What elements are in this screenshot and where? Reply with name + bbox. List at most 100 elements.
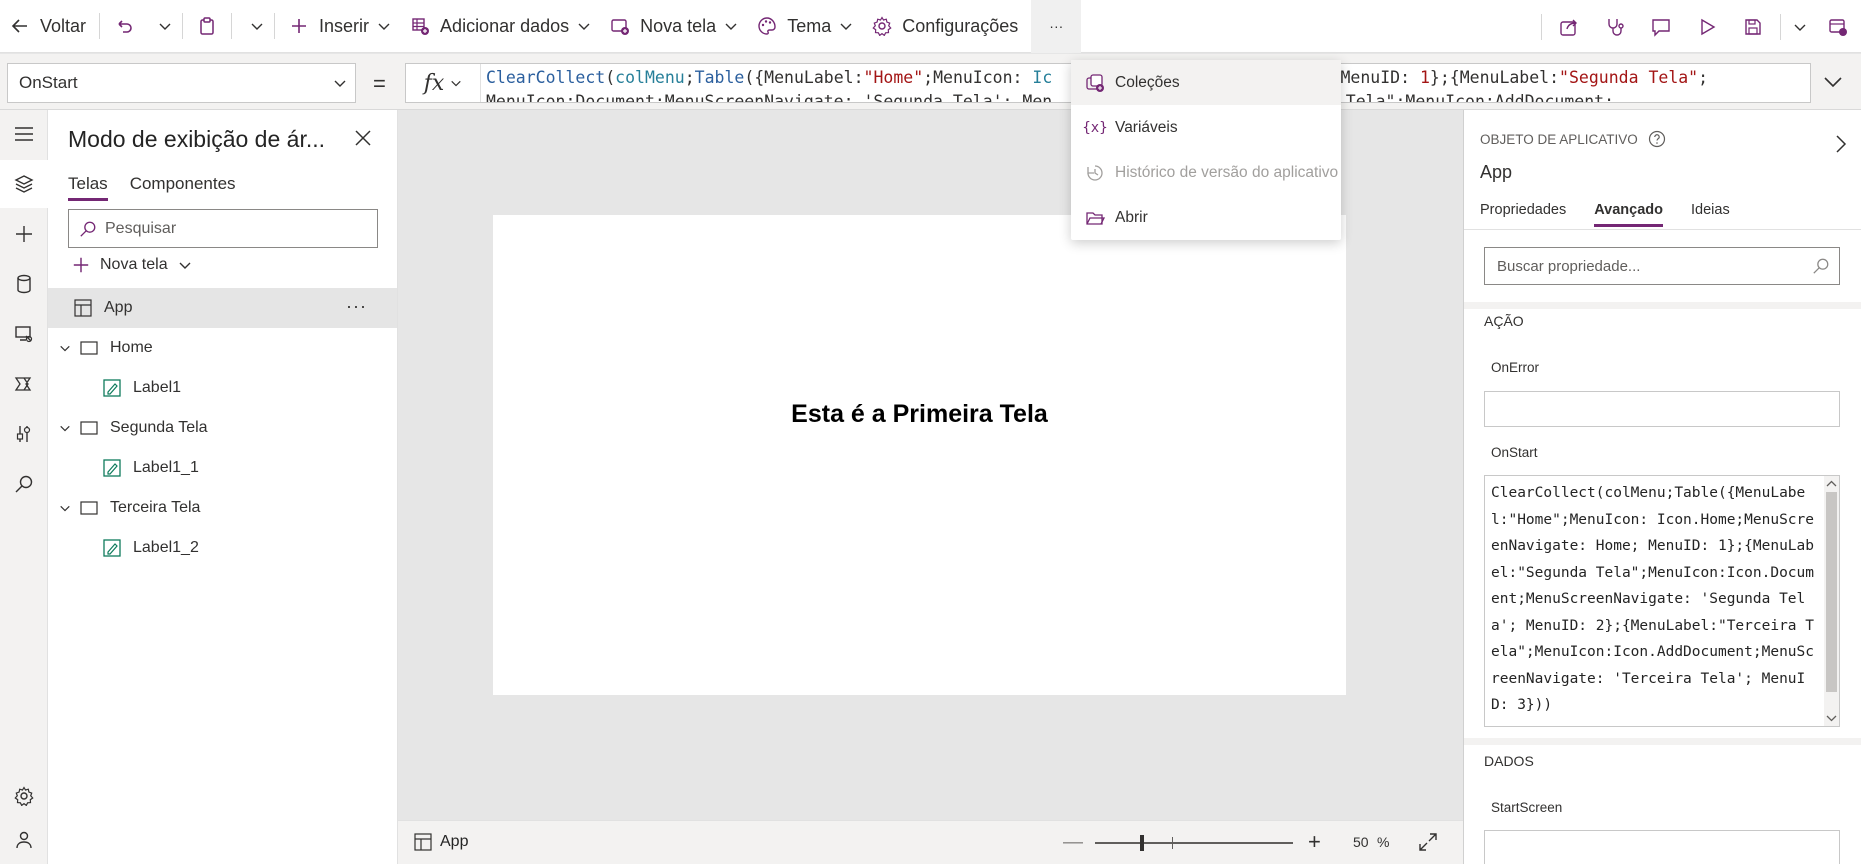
formula-token: Table bbox=[694, 68, 745, 87]
formula-token: "Home" bbox=[863, 68, 924, 87]
zoom-value[interactable]: 50 bbox=[1353, 834, 1369, 850]
scroll-up-icon[interactable] bbox=[1824, 478, 1839, 490]
collapse-properties-button[interactable] bbox=[1834, 134, 1848, 154]
onstart-scrollbar[interactable] bbox=[1824, 476, 1839, 726]
media-icon bbox=[15, 326, 33, 343]
chevron-down-icon[interactable] bbox=[56, 502, 74, 514]
gear-icon bbox=[871, 15, 893, 37]
chevron-down-icon[interactable] bbox=[56, 422, 74, 434]
tree-node-home[interactable]: Home bbox=[48, 328, 397, 368]
publish-icon bbox=[1829, 18, 1847, 36]
formula-token: ClearCollect bbox=[486, 68, 606, 87]
formula-token: ; bbox=[684, 68, 695, 87]
close-tree-button[interactable] bbox=[354, 129, 372, 147]
expand-formula-button[interactable] bbox=[1823, 74, 1843, 90]
scroll-down-icon[interactable] bbox=[1824, 712, 1839, 724]
app-more-button[interactable]: ··· bbox=[346, 296, 367, 317]
comments-button[interactable] bbox=[1638, 0, 1684, 53]
share-button[interactable] bbox=[1546, 0, 1592, 53]
formula-token: "Segunda Tela" bbox=[1559, 68, 1699, 87]
property-search-input[interactable]: Buscar propriedade... bbox=[1484, 247, 1840, 285]
tree-node-label1[interactable]: Label1 bbox=[48, 368, 397, 408]
toolbar-divider bbox=[99, 13, 101, 39]
tree-node-label: Label1_2 bbox=[133, 539, 199, 556]
toolbar-divider bbox=[1541, 13, 1542, 40]
save-button[interactable] bbox=[1730, 0, 1776, 53]
fit-to-window-button[interactable] bbox=[1418, 832, 1438, 852]
undo-icon bbox=[113, 15, 135, 37]
tree-node-terceira-tela[interactable]: Terceira Tela bbox=[48, 488, 397, 528]
undo-dropdown-button[interactable] bbox=[144, 0, 178, 53]
virtual-agent-rail-button[interactable] bbox=[0, 816, 48, 864]
label-control-icon bbox=[103, 379, 121, 397]
menu-item-variables[interactable]: {x} Variáveis bbox=[1071, 105, 1341, 150]
tab-ideas[interactable]: Ideias bbox=[1691, 202, 1730, 227]
undo-button[interactable] bbox=[104, 0, 144, 53]
zoom-slider-thumb[interactable] bbox=[1140, 835, 1144, 851]
tree-node-segunda-tela[interactable]: Segunda Tela bbox=[48, 408, 397, 448]
tab-components[interactable]: Componentes bbox=[130, 174, 236, 201]
left-rail bbox=[0, 110, 48, 864]
zoom-in-button[interactable]: + bbox=[1308, 829, 1321, 855]
selected-object-indicator[interactable]: App bbox=[414, 833, 468, 851]
onstart-input[interactable]: ClearCollect(colMenu;Table({MenuLabel:"H… bbox=[1484, 475, 1840, 727]
insert-rail-button[interactable] bbox=[0, 210, 48, 258]
settings-rail-button[interactable] bbox=[0, 772, 48, 820]
screen-label-text[interactable]: Esta é a Primeira Tela bbox=[493, 400, 1346, 429]
preview-button[interactable] bbox=[1684, 0, 1730, 53]
tab-screens[interactable]: Telas bbox=[68, 174, 108, 201]
startscreen-label: StartScreen bbox=[1491, 800, 1563, 815]
advanced-tools-rail-button[interactable] bbox=[0, 410, 48, 458]
tree-node-label: Label1_1 bbox=[133, 459, 199, 476]
settings-button[interactable]: Configurações bbox=[862, 0, 1027, 53]
menu-item-open[interactable]: Abrir bbox=[1071, 195, 1341, 240]
new-screen-button[interactable]: Nova tela bbox=[600, 0, 747, 53]
chevron-down-icon[interactable] bbox=[56, 342, 74, 354]
onerror-label: OnError bbox=[1491, 360, 1540, 375]
plus-icon bbox=[288, 15, 310, 37]
app-icon bbox=[74, 299, 92, 317]
close-icon bbox=[355, 130, 371, 146]
menu-item-collections[interactable]: Coleções bbox=[1071, 60, 1341, 105]
power-automate-rail-button[interactable] bbox=[0, 360, 48, 408]
add-data-button[interactable]: Adicionar dados bbox=[400, 0, 600, 53]
zoom-slider-tick bbox=[1172, 837, 1173, 849]
help-icon[interactable] bbox=[1648, 130, 1666, 148]
tree-search-input[interactable]: Pesquisar bbox=[68, 209, 378, 248]
hamburger-button[interactable] bbox=[0, 110, 48, 158]
tab-properties[interactable]: Propriedades bbox=[1480, 202, 1566, 227]
app-icon bbox=[414, 833, 432, 851]
startscreen-input[interactable] bbox=[1484, 830, 1840, 864]
insert-button[interactable]: Inserir bbox=[279, 0, 400, 53]
property-dropdown[interactable]: OnStart bbox=[7, 63, 356, 103]
back-button[interactable]: Voltar bbox=[0, 0, 95, 53]
more-commands-button[interactable]: ··· bbox=[1031, 0, 1082, 53]
search-rail-button[interactable] bbox=[0, 460, 48, 508]
tree-view-button[interactable] bbox=[0, 160, 48, 208]
tree-node-label1-1[interactable]: Label1_1 bbox=[48, 448, 397, 488]
app-checker-button[interactable] bbox=[1592, 0, 1638, 53]
paste-button[interactable] bbox=[187, 0, 227, 53]
theme-button[interactable]: Tema bbox=[747, 0, 862, 53]
screen-preview[interactable]: Esta é a Primeira Tela bbox=[493, 215, 1346, 695]
tree-node-label1-2[interactable]: Label1_2 bbox=[48, 528, 397, 568]
paste-dropdown-button[interactable] bbox=[236, 0, 270, 53]
onstart-scroll-thumb[interactable] bbox=[1826, 492, 1837, 692]
tree-new-screen-button[interactable]: Nova tela bbox=[72, 256, 192, 274]
formula-token: 1 bbox=[1419, 68, 1430, 87]
data-rail-button[interactable] bbox=[0, 260, 48, 308]
publish-button[interactable] bbox=[1815, 0, 1861, 53]
fx-button[interactable]: fx bbox=[406, 64, 481, 102]
save-dropdown-button[interactable] bbox=[1785, 0, 1815, 53]
screen-icon bbox=[80, 501, 98, 515]
tree-node-label: App bbox=[104, 299, 133, 316]
zoom-out-button[interactable]: — bbox=[1063, 831, 1083, 854]
section-divider bbox=[1464, 302, 1861, 309]
media-rail-button[interactable] bbox=[0, 310, 48, 358]
tree-node-app[interactable]: App ··· bbox=[48, 288, 397, 328]
tab-advanced[interactable]: Avançado bbox=[1594, 202, 1664, 227]
zoom-slider[interactable] bbox=[1095, 835, 1293, 851]
chevron-down-icon bbox=[1794, 24, 1806, 31]
onerror-input[interactable] bbox=[1484, 391, 1840, 427]
chevron-down-icon bbox=[578, 23, 590, 30]
